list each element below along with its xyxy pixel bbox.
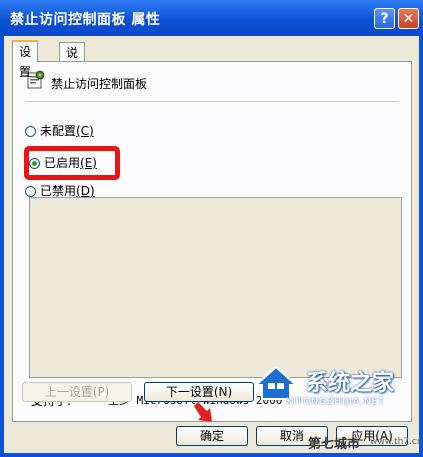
watermark-sub-url: www.th7.cn [370, 437, 423, 447]
title-bar[interactable]: 禁止访问控制面板 属性 ? ✕ [0, 0, 423, 36]
watermark-brand: 系统之家 [306, 371, 395, 396]
tab-settings[interactable]: 设置 [12, 40, 39, 79]
watermark: 系统之家 XITONGZHIJIA.NET 第七城市 www.th7.cn [252, 357, 423, 453]
window-title: 禁止访问控制面板 属性 [10, 12, 161, 28]
help-button[interactable]: ? [374, 8, 395, 29]
highlight-box [24, 146, 120, 180]
previous-setting-button[interactable]: 上一设置(P) [22, 382, 132, 402]
divider [25, 101, 399, 102]
policy-title: 禁止访问控制面板 [51, 77, 148, 91]
watermark-sub: 第七城市 [308, 437, 361, 452]
radio-button[interactable] [25, 186, 36, 197]
radio-label: 未配置 [40, 124, 77, 138]
ok-button[interactable]: 确定 [176, 426, 248, 446]
radio-label: 已禁用 [40, 184, 77, 198]
radio-button[interactable] [25, 126, 36, 137]
next-setting-button[interactable]: 下一设置(N) [144, 382, 254, 402]
watermark-url: XITONGZHIJIA.NET [286, 397, 385, 407]
close-button[interactable]: ✕ [398, 8, 419, 29]
radio-not-configured[interactable]: 未配置(C) [25, 123, 94, 139]
radio-hotkey: (C) [76, 124, 94, 138]
pointer-arrow-icon [194, 402, 212, 422]
comment-area [29, 197, 402, 378]
properties-window: 禁止访问控制面板 属性 ? ✕ 设置 说明 禁止访问控制面板 未配置(C) [0, 0, 423, 457]
tab-explain[interactable]: 说明 [59, 42, 86, 80]
radio-hotkey: (D) [76, 184, 95, 198]
